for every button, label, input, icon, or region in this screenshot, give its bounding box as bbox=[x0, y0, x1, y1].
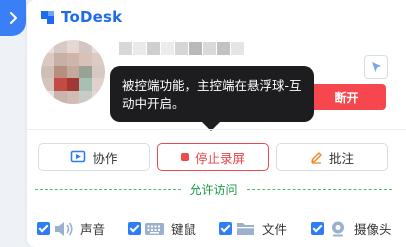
todesk-logo-icon bbox=[41, 10, 54, 24]
session-panel: ToDesk 断开 被控端功能，主控端在悬浮球-互动中开启。 协作 停止录屏 批… bbox=[27, 0, 406, 247]
permissions-heading: 允许访问 bbox=[35, 181, 393, 197]
device-name-blurred bbox=[119, 42, 244, 55]
collab-label: 协作 bbox=[92, 151, 118, 166]
divider bbox=[27, 129, 406, 130]
disconnect-button[interactable]: 断开 bbox=[307, 84, 386, 110]
keyboard-icon bbox=[144, 220, 166, 238]
annotate-button[interactable]: 批注 bbox=[276, 143, 388, 171]
stop-icon bbox=[180, 153, 189, 161]
permission-webcam[interactable]: 摄像头 bbox=[311, 219, 392, 238]
permission-file[interactable]: 文件 bbox=[219, 219, 287, 238]
stop-recording-label: 停止录屏 bbox=[194, 151, 245, 166]
sound-label: 声音 bbox=[80, 222, 106, 237]
collab-icon bbox=[71, 150, 86, 163]
collapse-tab[interactable] bbox=[0, 0, 26, 36]
pointer-button[interactable] bbox=[364, 55, 388, 79]
pen-icon bbox=[311, 151, 322, 164]
cursor-icon bbox=[371, 61, 381, 72]
collab-button[interactable]: 协作 bbox=[38, 143, 150, 171]
webcam-icon bbox=[327, 220, 349, 238]
permissions-title: 允许访问 bbox=[189, 182, 238, 197]
brand: ToDesk bbox=[40, 8, 122, 26]
feature-tooltip: 被控端功能，主控端在悬浮球-互动中开启。 bbox=[110, 66, 314, 122]
annotate-label: 批注 bbox=[328, 151, 354, 166]
divider-right bbox=[246, 188, 393, 190]
stop-recording-button[interactable]: 停止录屏 bbox=[157, 143, 269, 171]
webcam-label: 摄像头 bbox=[354, 222, 392, 237]
avatar bbox=[41, 40, 105, 104]
webcam-checkbox[interactable] bbox=[311, 222, 324, 235]
file-label: 文件 bbox=[262, 222, 288, 237]
speaker-icon bbox=[53, 220, 75, 238]
folder-icon bbox=[235, 220, 257, 238]
chevron-right-icon bbox=[10, 12, 17, 24]
app-name: ToDesk bbox=[61, 8, 123, 26]
divider-left bbox=[35, 188, 181, 190]
permission-keyboard-mouse[interactable]: 键鼠 bbox=[128, 219, 196, 238]
keyboard-mouse-label: 键鼠 bbox=[171, 222, 197, 237]
file-checkbox[interactable] bbox=[219, 222, 232, 235]
permission-sound[interactable]: 声音 bbox=[37, 219, 105, 238]
keyboard-mouse-checkbox[interactable] bbox=[128, 222, 141, 235]
sound-checkbox[interactable] bbox=[37, 222, 50, 235]
